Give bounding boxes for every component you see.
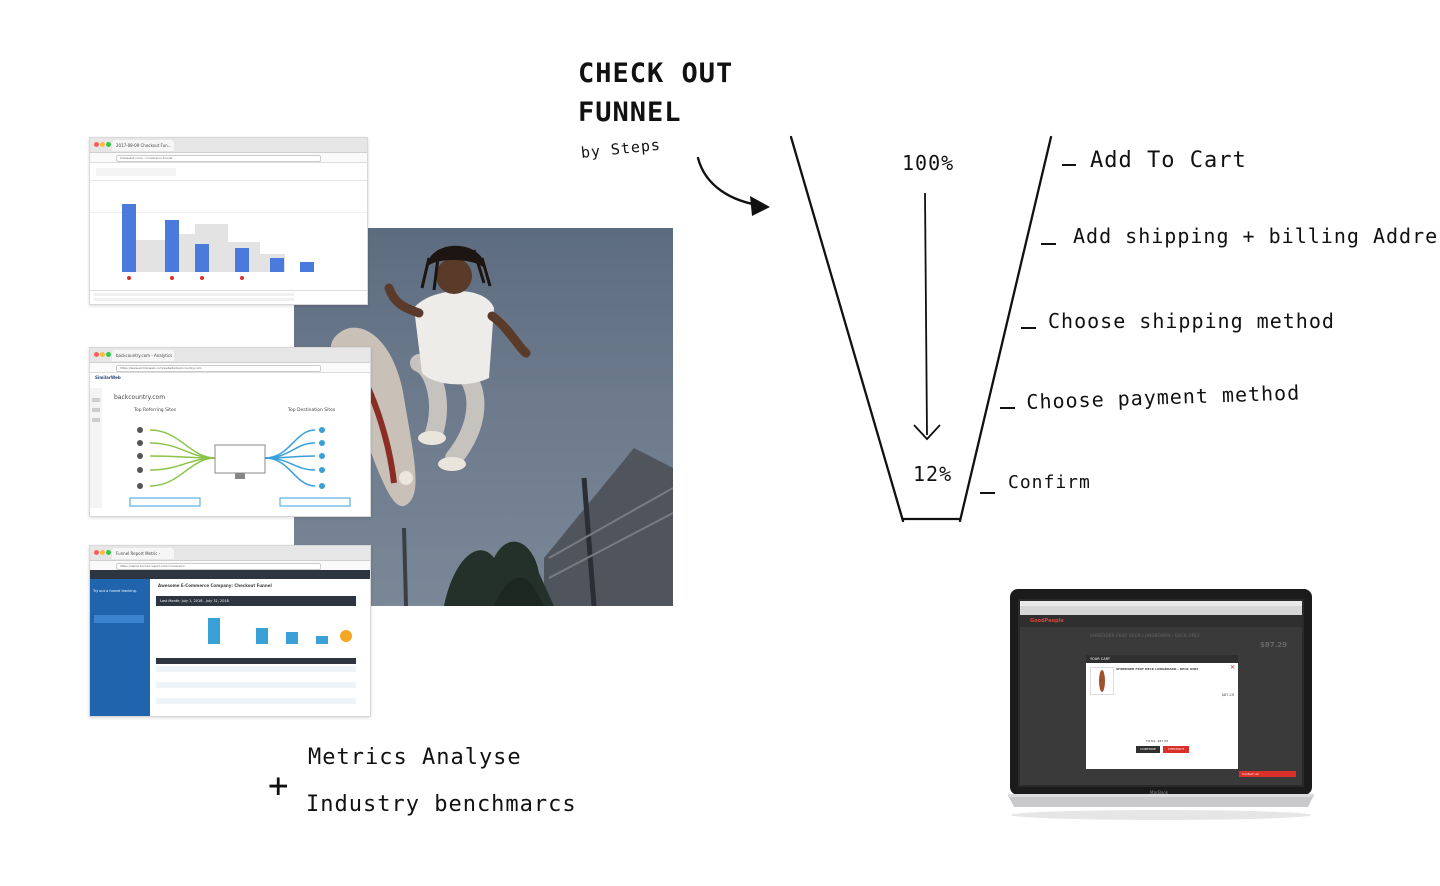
browser-tab[interactable]: Funnel Report Metric - Report — [112, 548, 174, 559]
cart-title: YOUR CART — [1090, 657, 1110, 661]
cart-item-price: $87.29 — [1221, 693, 1234, 697]
report-sidebar: Try out a funnel tracking. — [90, 579, 150, 716]
laptop-screen: GoodPeople SHREDDER FRAY DECK LONGBOARD … — [1020, 601, 1302, 785]
diagram-title-line2: FUNNEL — [578, 97, 682, 128]
product-heading: SHREDDER FRAY DECK LONGBOARD - DECK ONLY — [1090, 633, 1200, 638]
browser-tabbar: Funnel Report Metric - Report — [90, 546, 370, 561]
contact-us-button[interactable]: Contact us! — [1239, 771, 1296, 777]
browser-tabbar: backcountry.com - Analytics — [90, 348, 370, 363]
diagram-title-line1: CHECK OUT — [578, 58, 734, 89]
laptop-mockup: GoodPeople SHREDDER FRAY DECK LONGBOARD … — [1008, 589, 1314, 821]
cart-item-name: SHREDDER FRAY DECK LONGBOARD - DECK ONLY — [1116, 667, 1199, 671]
continue-button[interactable]: CONTINUE — [1136, 746, 1160, 753]
analytics-funnel-screenshot: 2017-08-09 Checkout Fun... hirequest.com… — [89, 137, 368, 305]
close-icon[interactable]: ✕ — [1230, 665, 1235, 671]
browser-tab[interactable]: backcountry.com - Analytics — [112, 350, 174, 361]
cart-modal: YOUR CART ✕ SHREDDER FRAY DECK LONGBOARD… — [1086, 655, 1238, 769]
conversion-arrow — [924, 192, 928, 436]
sidebar-text: Try out a funnel tracking. — [93, 589, 137, 593]
url-field[interactable]: hirequest.com/...conversion-funnel — [116, 155, 321, 162]
funnel-top-percent: 100% — [902, 151, 955, 175]
funnel-report-screenshot: Funnel Report Metric - Report https://de… — [89, 545, 371, 717]
similarweb-screenshot: backcountry.com - Analytics https://www.… — [89, 347, 371, 517]
funnel-step-5: Confirm — [1008, 472, 1091, 493]
date-range-label: Last Month: July 1, 2018 - July 31, 2018 — [160, 599, 229, 603]
product-price: $87.29 — [1260, 641, 1288, 649]
similarweb-logo[interactable]: SimilarWeb — [95, 375, 121, 380]
url-field[interactable]: https://www.similarweb.com/website/backc… — [116, 365, 321, 372]
funnel-right-wall — [958, 135, 1053, 523]
date-range-bar: Last Month: July 1, 2018 - July 31, 2018 — [156, 596, 356, 606]
cart-modal-header: YOUR CART — [1086, 655, 1238, 663]
browser-tabbar: 2017-08-09 Checkout Fun... — [90, 138, 367, 153]
funnel-left-wall — [789, 135, 905, 523]
screen-browser-bar — [1020, 606, 1302, 615]
funnel-step-1: Add To Cart — [1090, 148, 1247, 173]
funnel-step-3: Choose shipping method — [1048, 309, 1335, 333]
notes-line2: Industry benchmarcs — [306, 792, 577, 817]
notes-plus: + — [268, 766, 290, 806]
request-demo-button[interactable] — [94, 615, 144, 623]
pointer-arrow — [696, 156, 770, 216]
browser-tab[interactable]: 2017-08-09 Checkout Fun... — [112, 140, 174, 151]
cart-total: TOTAL: $87.29 — [1146, 739, 1168, 743]
report-topnav — [90, 570, 370, 579]
url-field[interactable]: https://demo.funnel-report.com/conversio… — [116, 563, 321, 570]
laptop-caption: MacBook — [1150, 790, 1169, 795]
store-header: GoodPeople — [1020, 615, 1302, 627]
report-title: Awesome E-Commerce Company: Checkout Fun… — [158, 583, 272, 588]
diagram-subtitle: by Steps — [580, 135, 662, 162]
cart-item-thumb — [1090, 667, 1114, 695]
funnel-step-4: Choose payment method — [1026, 380, 1301, 414]
browser-urlbar: https://www.similarweb.com/website/backc… — [90, 363, 370, 373]
store-logo[interactable]: GoodPeople — [1030, 618, 1064, 624]
checkout-button[interactable]: CHECKOUT — [1163, 746, 1189, 753]
funnel-step-2: Add shipping + billing Address — [1073, 224, 1440, 248]
notes-line1: Metrics Analyse — [308, 745, 522, 770]
funnel-bottom-percent: 12% — [913, 462, 953, 486]
